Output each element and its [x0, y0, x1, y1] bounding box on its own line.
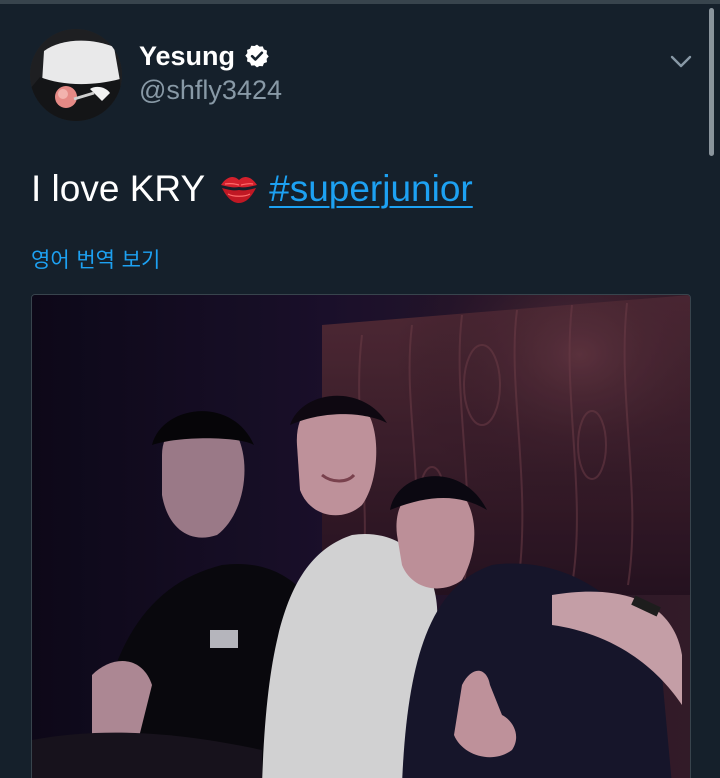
avatar[interactable] — [30, 29, 122, 121]
hashtag-link[interactable]: #superjunior — [269, 167, 473, 211]
scrollbar[interactable] — [709, 8, 714, 156]
tweet-body: I love KRY — [31, 168, 206, 209]
chevron-down-icon[interactable] — [668, 48, 694, 74]
translate-link[interactable]: 영어 번역 보기 — [31, 246, 160, 274]
display-name[interactable]: Yesung — [139, 40, 270, 72]
photo-image — [32, 295, 690, 778]
verified-badge-icon — [245, 44, 269, 68]
tweet-photo[interactable] — [31, 294, 691, 778]
tweet-detail-page: Yesung @shfly3424 I love KRY #superjunio… — [0, 0, 720, 778]
kiss-mark-icon — [221, 177, 258, 203]
user-handle[interactable]: @shfly3424 — [139, 74, 282, 106]
display-name-text: Yesung — [139, 41, 236, 71]
tweet-text: I love KRY #superjunior — [31, 167, 473, 211]
top-divider — [0, 0, 720, 4]
avatar-image — [30, 29, 122, 121]
